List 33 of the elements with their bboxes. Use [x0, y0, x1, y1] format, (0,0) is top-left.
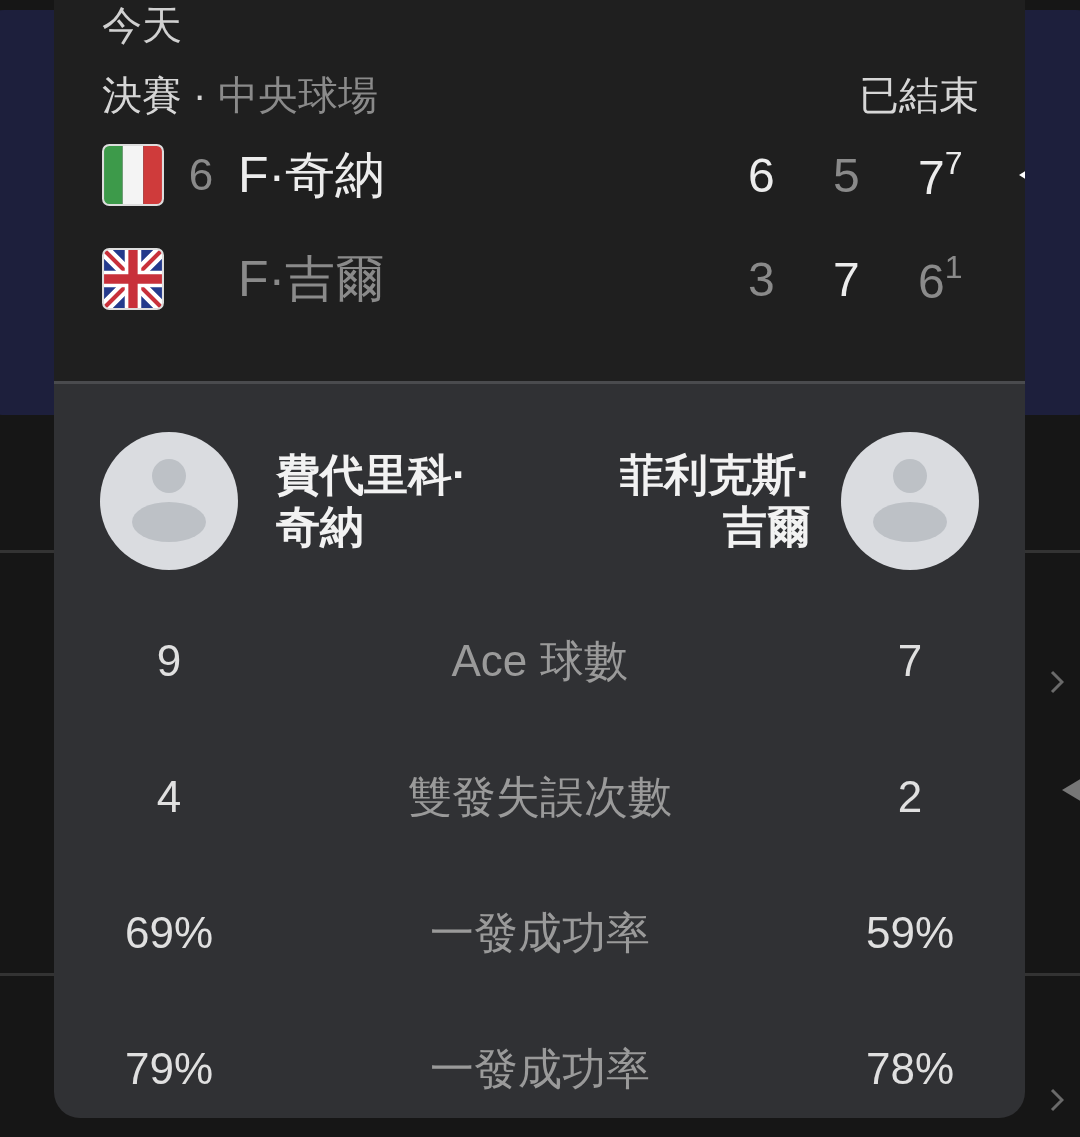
player-full-name: 費代里科·奇納: [276, 449, 468, 553]
stat-value: 4: [155, 772, 183, 822]
set-score: 7: [832, 251, 861, 307]
stat-value: 59%: [864, 908, 956, 958]
seed-number: 6: [188, 150, 214, 199]
player-name: F·奇納: [238, 145, 387, 205]
player-name: F·吉爾: [238, 249, 387, 309]
chevron-right-icon[interactable]: [1050, 670, 1064, 694]
avatar-icon: [100, 432, 238, 570]
set-score: 3: [747, 251, 776, 307]
set-score: 6$^{1}$: [917, 249, 964, 309]
stat-label: 雙發失誤次數: [406, 770, 673, 823]
stat-label: Ace 球數: [450, 634, 629, 687]
round-court-label: 決賽 · 中央球場: [102, 72, 378, 119]
player-full-name: 菲利克斯·吉爾: [619, 449, 811, 553]
set-score: 6: [747, 147, 776, 203]
stat-value: 78%: [864, 1044, 956, 1094]
stat-value: 9: [155, 636, 183, 686]
chevron-right-icon[interactable]: [1050, 1088, 1064, 1112]
set-score: 5: [832, 147, 861, 203]
stat-value: 7: [896, 636, 924, 686]
stat-label: 一發成功率: [428, 1042, 651, 1095]
flag-icon: [102, 248, 164, 310]
triangle-left-icon: [1062, 778, 1080, 802]
stat-value: 2: [896, 772, 924, 822]
flag-icon: [102, 144, 164, 206]
stat-label: 一發成功率: [428, 906, 651, 959]
set-score: 7$^{7}$: [917, 145, 964, 205]
date-label: 今天: [102, 5, 183, 45]
stat-value: 69%: [123, 908, 215, 958]
stat-value: 79%: [123, 1044, 215, 1094]
avatar-icon: [841, 432, 979, 570]
match-status: 已結束: [859, 72, 979, 119]
